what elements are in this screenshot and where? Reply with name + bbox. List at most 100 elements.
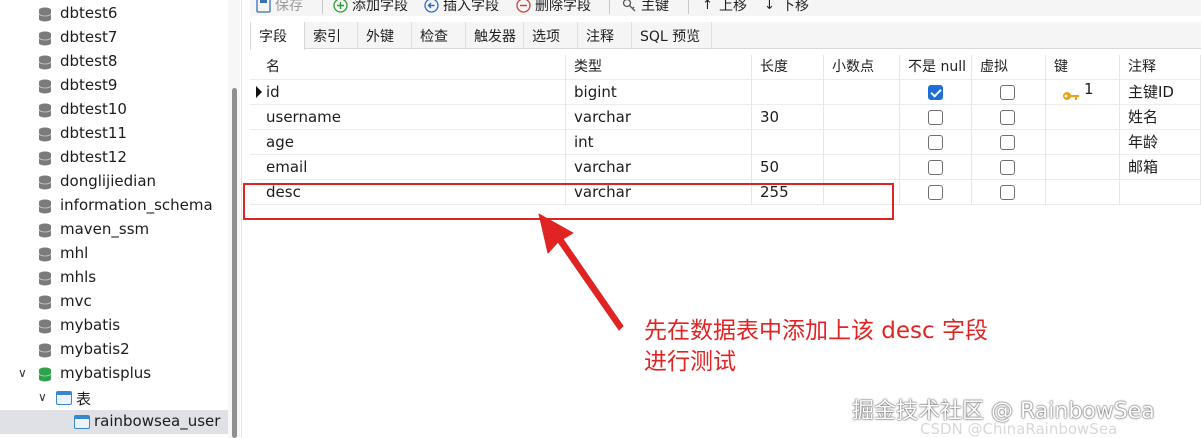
not-null-checkbox[interactable]	[928, 85, 943, 100]
field-name-cell[interactable]: email	[258, 155, 566, 180]
field-type-cell[interactable]: int	[566, 130, 752, 155]
db-tree-item[interactable]: dbtest7	[0, 26, 228, 50]
column-header[interactable]: 长度	[752, 55, 824, 80]
db-tree-item[interactable]: dbtest10	[0, 98, 228, 122]
field-comment-cell[interactable]: 主键ID	[1120, 80, 1201, 105]
field-decimal-cell[interactable]	[824, 105, 900, 130]
sidebar-scrollbar-thumb[interactable]	[232, 88, 237, 438]
move-down-button[interactable]: ↓ 下移	[762, 0, 809, 16]
tab-0[interactable]: 字段	[250, 22, 305, 50]
database-icon	[38, 295, 52, 310]
arrow-down-icon: ↓	[764, 0, 775, 13]
insert-field-button[interactable]: 插入字段	[424, 0, 499, 16]
db-tree-item[interactable]: mvc	[0, 290, 228, 314]
not-null-checkbox[interactable]	[928, 110, 943, 125]
virtual-checkbox[interactable]	[1000, 185, 1015, 200]
tab-1[interactable]: 索引	[305, 22, 358, 49]
db-tree-item[interactable]: information_schema	[0, 194, 228, 218]
db-tree-item[interactable]: donglijiedian	[0, 170, 228, 194]
tab-3[interactable]: 检查	[412, 22, 466, 49]
column-header[interactable]: 不是 null	[900, 55, 972, 80]
field-length-cell[interactable]	[752, 80, 824, 105]
db-tree-item[interactable]: maven_ssm	[0, 218, 228, 242]
db-tree-item[interactable]: dbtest8	[0, 50, 228, 74]
virtual-checkbox[interactable]	[1000, 135, 1015, 150]
key-cell[interactable]	[1046, 180, 1120, 205]
database-icon	[38, 247, 52, 262]
column-header[interactable]: 名	[258, 55, 566, 80]
primary-key-icon	[1062, 86, 1080, 100]
database-icon	[38, 103, 52, 118]
database-icon	[38, 79, 52, 94]
key-cell[interactable]	[1046, 105, 1120, 130]
not-null-checkbox[interactable]	[928, 185, 943, 200]
db-tree-item[interactable]: dbtest6	[0, 2, 228, 26]
chevron-down-icon[interactable]: ∨	[18, 366, 27, 380]
db-tree-item-label: dbtest10	[60, 100, 127, 118]
tab-2[interactable]: 外键	[358, 22, 412, 49]
key-cell[interactable]	[1046, 155, 1120, 180]
tab-7[interactable]: SQL 预览	[632, 22, 712, 49]
field-row[interactable]: age int 年龄	[250, 130, 1201, 155]
field-name-cell[interactable]: age	[258, 130, 566, 155]
db-tree-item[interactable]: mhls	[0, 266, 228, 290]
field-name-cell[interactable]: id	[258, 80, 566, 105]
delete-field-label: 删除字段	[535, 0, 591, 14]
db-tree-item-label: dbtest6	[60, 4, 118, 22]
insert-arrow-icon	[424, 0, 439, 13]
field-decimal-cell[interactable]	[824, 155, 900, 180]
field-type-cell[interactable]: varchar	[566, 105, 752, 130]
add-field-button[interactable]: 添加字段	[333, 0, 408, 16]
column-header[interactable]: 键	[1046, 55, 1120, 80]
db-tree-item[interactable]: dbtest11	[0, 122, 228, 146]
virtual-checkbox[interactable]	[1000, 110, 1015, 125]
not-null-checkbox[interactable]	[928, 160, 943, 175]
db-tree-item[interactable]: ∨ mybatisplus	[0, 362, 228, 386]
key-cell[interactable]	[1046, 130, 1120, 155]
toolbar-separator	[322, 0, 323, 14]
db-tree-item-label: mhl	[60, 244, 89, 262]
chevron-down-icon[interactable]: ∨	[38, 390, 47, 404]
database-icon	[38, 199, 52, 214]
field-type-cell[interactable]: bigint	[566, 80, 752, 105]
save-button[interactable]: 保存	[256, 0, 303, 16]
db-tree-item-label: dbtest11	[60, 124, 127, 142]
field-type-cell[interactable]: varchar	[566, 155, 752, 180]
virtual-checkbox[interactable]	[1000, 160, 1015, 175]
db-tree-item[interactable]: mhl	[0, 242, 228, 266]
delete-field-button[interactable]: 删除字段	[516, 0, 591, 16]
field-comment-cell[interactable]: 姓名	[1120, 105, 1201, 130]
grid-header-row: 名类型 长度 小数点 不是 null 虚拟键注释	[250, 55, 1201, 80]
db-tree-item[interactable]: mybatis	[0, 314, 228, 338]
db-tree-item[interactable]: dbtest9	[0, 74, 228, 98]
tab-6[interactable]: 注释	[578, 22, 632, 49]
tab-5[interactable]: 选项	[524, 22, 578, 49]
virtual-checkbox[interactable]	[1000, 85, 1015, 100]
key-cell[interactable]: 1	[1046, 80, 1120, 105]
database-icon	[38, 367, 52, 382]
field-row[interactable]: email varchar 50 邮箱	[250, 155, 1201, 180]
field-name-cell[interactable]: username	[258, 105, 566, 130]
field-length-cell[interactable]: 50	[752, 155, 824, 180]
field-length-cell[interactable]: 30	[752, 105, 824, 130]
column-header[interactable]: 虚拟	[972, 55, 1046, 80]
not-null-checkbox[interactable]	[928, 135, 943, 150]
db-tree-item[interactable]: dbtest12	[0, 146, 228, 170]
field-row[interactable]: id bigint 1 主键ID	[250, 80, 1201, 105]
tables-tree-node[interactable]: ∨ 表	[0, 386, 228, 410]
column-header[interactable]: 小数点	[824, 55, 900, 80]
primary-key-button[interactable]: 主键	[622, 0, 669, 16]
field-decimal-cell[interactable]	[824, 130, 900, 155]
field-comment-cell[interactable]: 年龄	[1120, 130, 1201, 155]
db-tree-item[interactable]: mybatis2	[0, 338, 228, 362]
column-header[interactable]: 注释	[1120, 55, 1201, 80]
tab-4[interactable]: 触发器	[466, 22, 524, 49]
field-row[interactable]: username varchar 30 姓名	[250, 105, 1201, 130]
field-length-cell[interactable]	[752, 130, 824, 155]
table-tree-item-selected[interactable]: rainbowsea_user	[0, 410, 228, 434]
field-decimal-cell[interactable]	[824, 80, 900, 105]
column-header[interactable]: 类型	[566, 55, 752, 80]
field-comment-cell[interactable]	[1120, 180, 1201, 205]
field-comment-cell[interactable]: 邮箱	[1120, 155, 1201, 180]
move-up-button[interactable]: ↑ 上移	[700, 0, 747, 16]
